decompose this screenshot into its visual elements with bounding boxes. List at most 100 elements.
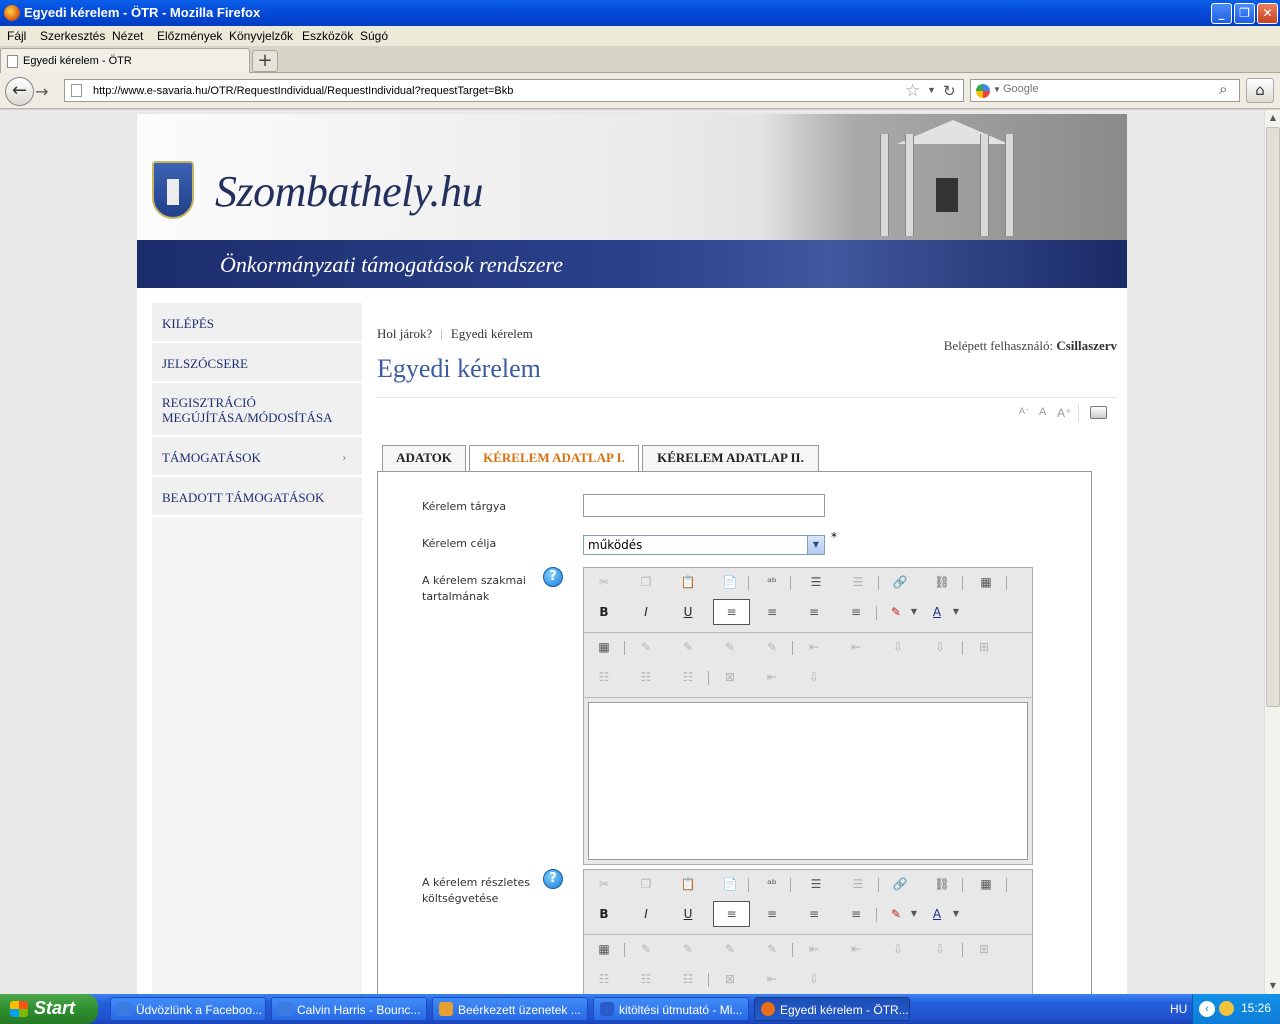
content-text-area[interactable] [588, 702, 1028, 860]
paste-icon[interactable]: 📋 [678, 874, 698, 894]
menu-view[interactable]: Nézet [112, 29, 143, 43]
breadcrumb-current[interactable]: Egyedi kérelem [451, 326, 533, 341]
google-icon[interactable] [976, 84, 990, 98]
underline-icon[interactable]: U [678, 904, 698, 924]
taskbar-item-inbox[interactable]: Beérkezett üzenetek ... [432, 997, 588, 1021]
subject-input[interactable] [583, 494, 825, 517]
insert-col-before-icon[interactable]: ⇩ [888, 637, 908, 657]
delete-table-icon[interactable]: ⊠ [720, 969, 740, 989]
split-cells-icon[interactable]: ⊞ [974, 939, 994, 959]
insert-row-before-icon[interactable]: ⇤ [804, 637, 824, 657]
forward-button[interactable]: → [35, 82, 48, 101]
copy-icon[interactable]: ❐ [636, 874, 656, 894]
insert-row-before-icon[interactable]: ⇤ [804, 939, 824, 959]
table-icon[interactable]: ▦ [976, 572, 996, 592]
site-title[interactable]: Szombathely.hu [215, 166, 483, 217]
table-props-icon[interactable]: ✎ [636, 637, 656, 657]
highlight-color-icon[interactable]: ✎ [886, 602, 906, 622]
align-right-icon[interactable]: ≡ [804, 602, 824, 622]
clock[interactable]: 15:26 [1241, 1001, 1271, 1015]
bold-icon[interactable]: B [594, 602, 614, 622]
move-down-icon[interactable]: ⇩ [804, 969, 824, 989]
outdent-icon[interactable]: ☰ [848, 572, 868, 592]
align-left-icon[interactable]: ≡ [713, 901, 750, 927]
menu-tools[interactable]: Eszközök [302, 29, 353, 43]
split-cells-icon[interactable]: ⊞ [974, 637, 994, 657]
font-color-icon[interactable]: A [927, 904, 947, 924]
sidebar-item-password-change[interactable]: JELSZÓCSERE [152, 343, 362, 383]
unlink-icon[interactable]: ⛓ [932, 874, 952, 894]
font-reset-button[interactable]: A [1039, 406, 1046, 418]
cut-icon[interactable]: ✂ [594, 572, 614, 592]
font-increase-button[interactable]: A⁺ [1057, 406, 1071, 420]
insert-col-after-icon[interactable]: ⇩ [930, 637, 950, 657]
taskbar-item-guide[interactable]: kitöltési útmutató - Mi... [593, 997, 749, 1021]
outdent-icon[interactable]: ☰ [848, 874, 868, 894]
spellcheck-icon[interactable]: ᵃᵇ [762, 572, 782, 592]
taskbar-item-firefox[interactable]: Egyedi kérelem - ÖTR... [754, 997, 910, 1021]
engine-dropdown-icon[interactable]: ▼ [993, 85, 1001, 94]
url-text[interactable]: http://www.e-savaria.hu/OTR/RequestIndiv… [93, 85, 513, 97]
maximize-button[interactable]: ❐ [1234, 3, 1255, 24]
reload-icon[interactable]: ↻ [943, 82, 956, 100]
indent-icon[interactable]: ☰ [806, 572, 826, 592]
delete-table-icon[interactable]: ⊠ [720, 667, 740, 687]
italic-icon[interactable]: I [636, 602, 656, 622]
copy-icon[interactable]: ❐ [636, 572, 656, 592]
justify-icon[interactable]: ≡ [846, 602, 866, 622]
cell-props-icon[interactable]: ✎ [720, 939, 740, 959]
menu-help[interactable]: Súgó [360, 29, 388, 43]
scroll-thumb[interactable] [1266, 127, 1280, 707]
delete-row-icon[interactable]: ☷ [594, 667, 614, 687]
underline-icon[interactable]: U [678, 602, 698, 622]
align-center-icon[interactable]: ≡ [762, 904, 782, 924]
link-icon[interactable]: 🔗 [890, 572, 910, 592]
vertical-scrollbar[interactable]: ▲ ▼ [1264, 110, 1280, 994]
url-bar[interactable]: http://www.e-savaria.hu/OTR/RequestIndiv… [64, 79, 964, 102]
insert-col-before-icon[interactable]: ⇩ [888, 939, 908, 959]
cell-props-icon[interactable]: ✎ [720, 637, 740, 657]
col-props-icon[interactable]: ✎ [762, 939, 782, 959]
minimize-button[interactable]: _ [1211, 3, 1232, 24]
paste-icon[interactable]: 📋 [678, 572, 698, 592]
merge-cells-icon[interactable]: ☷ [678, 667, 698, 687]
delete-col-icon[interactable]: ☷ [636, 969, 656, 989]
align-center-icon[interactable]: ≡ [762, 602, 782, 622]
link-icon[interactable]: 🔗 [890, 874, 910, 894]
insert-col-after-icon[interactable]: ⇩ [930, 939, 950, 959]
chevron-down-icon[interactable]: ▼ [946, 602, 966, 622]
print-icon[interactable] [1090, 406, 1107, 419]
taskbar-item-calvin-harris[interactable]: Calvin Harris - Bounc... [271, 997, 427, 1021]
chevron-down-icon[interactable]: ▼ [904, 602, 924, 622]
chevron-left-icon[interactable]: ‹ [1199, 1001, 1215, 1017]
move-left-icon[interactable]: ⇤ [762, 969, 782, 989]
unlink-icon[interactable]: ⛓ [932, 572, 952, 592]
justify-icon[interactable]: ≡ [846, 904, 866, 924]
search-icon[interactable]: ⌕ [1219, 81, 1227, 98]
back-button[interactable]: ← [5, 77, 34, 106]
table-props-icon[interactable]: ✎ [636, 939, 656, 959]
sidebar-item-grants[interactable]: TÁMOGATÁSOK › [152, 437, 362, 477]
menu-file[interactable]: Fájl [7, 29, 26, 43]
search-bar[interactable]: ▼ ⌕ [970, 79, 1240, 102]
menu-edit[interactable]: Szerkesztés [40, 29, 105, 43]
scroll-down-icon[interactable]: ▼ [1265, 978, 1280, 994]
row-props-icon[interactable]: ✎ [678, 637, 698, 657]
move-left-icon[interactable]: ⇤ [762, 667, 782, 687]
home-button[interactable]: ⌂ [1246, 78, 1274, 103]
history-dropdown-icon[interactable]: ▼ [927, 85, 936, 95]
bold-icon[interactable]: B [594, 904, 614, 924]
insert-row-after-icon[interactable]: ⇤ [846, 637, 866, 657]
purpose-select[interactable]: működés ▼ [583, 535, 825, 555]
menu-bookmarks[interactable]: Könyvjelzők [229, 29, 293, 43]
bookmark-star-icon[interactable]: ☆ [905, 81, 920, 101]
table-icon[interactable]: ▦ [976, 874, 996, 894]
sidebar-item-submitted-grants[interactable]: BEADOTT TÁMOGATÁSOK [152, 477, 362, 517]
insert-table-icon[interactable]: ▦ [594, 939, 614, 959]
font-decrease-button[interactable]: A⁻ [1019, 406, 1030, 417]
spellcheck-icon[interactable]: ᵃᵇ [762, 874, 782, 894]
paste-word-icon[interactable]: 📄 [720, 874, 740, 894]
search-input[interactable] [1003, 83, 1213, 95]
close-button[interactable]: ✕ [1257, 3, 1278, 24]
language-indicator[interactable]: HU [1170, 1002, 1187, 1016]
